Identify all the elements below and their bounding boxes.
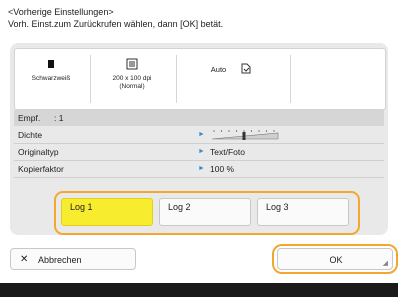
log-1-button[interactable]: Log 1 xyxy=(61,198,153,226)
log-2-button[interactable]: Log 2 xyxy=(159,198,251,226)
resolution-card: 200 x 100 dpi (Normal) xyxy=(97,57,167,101)
black-white-icon xyxy=(21,57,81,71)
divider xyxy=(14,177,384,178)
original-type-label: Originaltyp xyxy=(18,147,59,157)
cancel-button[interactable]: ✕ Abbrechen xyxy=(10,248,136,270)
copy-factor-label: Kopierfaktor xyxy=(18,164,64,174)
arrow-icon: ► xyxy=(198,131,205,138)
header-subtitle: Vorh. Einst.zum Zurückrufen wählen, dann… xyxy=(8,19,224,29)
auto-card: Auto xyxy=(181,57,281,101)
recipient-label: Empf. xyxy=(18,113,41,123)
auto-label: Auto xyxy=(210,65,227,74)
arrow-icon: ► xyxy=(198,165,205,172)
log-selector: Log 1 Log 2 Log 3 xyxy=(54,191,360,235)
cancel-label: Abbrechen xyxy=(38,255,82,265)
recipient-value: : 1 xyxy=(54,113,64,123)
resolution-line1: 200 x 100 dpi xyxy=(112,75,152,82)
status-bar xyxy=(0,283,398,297)
document-icon xyxy=(240,63,251,77)
recipient-row: Empf. : 1 xyxy=(14,110,384,126)
original-type-row: Originaltyp ► Text/Foto xyxy=(14,144,384,160)
resolution-line2: (Normal) xyxy=(119,83,145,90)
ok-label: OK xyxy=(329,255,343,265)
copy-factor-row: Kopierfaktor ► 100 % xyxy=(14,161,384,177)
divider xyxy=(176,55,177,103)
divider xyxy=(90,55,91,103)
copy-factor-value: 100 % xyxy=(210,164,235,174)
color-mode-label: Schwarzweiß xyxy=(31,75,71,82)
arrow-icon: ► xyxy=(198,148,205,155)
color-mode-card: Schwarzweiß xyxy=(21,57,81,101)
original-type-value: Text/Foto xyxy=(210,147,245,157)
ok-button[interactable]: OK ◢ xyxy=(277,248,393,270)
close-icon: ✕ xyxy=(20,254,29,265)
log-3-button[interactable]: Log 3 xyxy=(257,198,349,226)
density-label: Dichte xyxy=(18,130,43,140)
summary-cards: Schwarzweiß 200 x 100 dpi (Normal) Auto xyxy=(14,48,386,110)
density-row: Dichte ► xyxy=(14,127,384,143)
header-title: <Vorherige Einstellungen> xyxy=(8,7,114,17)
paper-size-icon xyxy=(97,57,167,71)
ok-highlight: OK ◢ xyxy=(272,244,398,274)
divider xyxy=(290,55,291,103)
instruction-header: <Vorherige Einstellungen> Vorh. Einst.zu… xyxy=(8,6,398,30)
corner-icon: ◢ xyxy=(382,260,388,267)
